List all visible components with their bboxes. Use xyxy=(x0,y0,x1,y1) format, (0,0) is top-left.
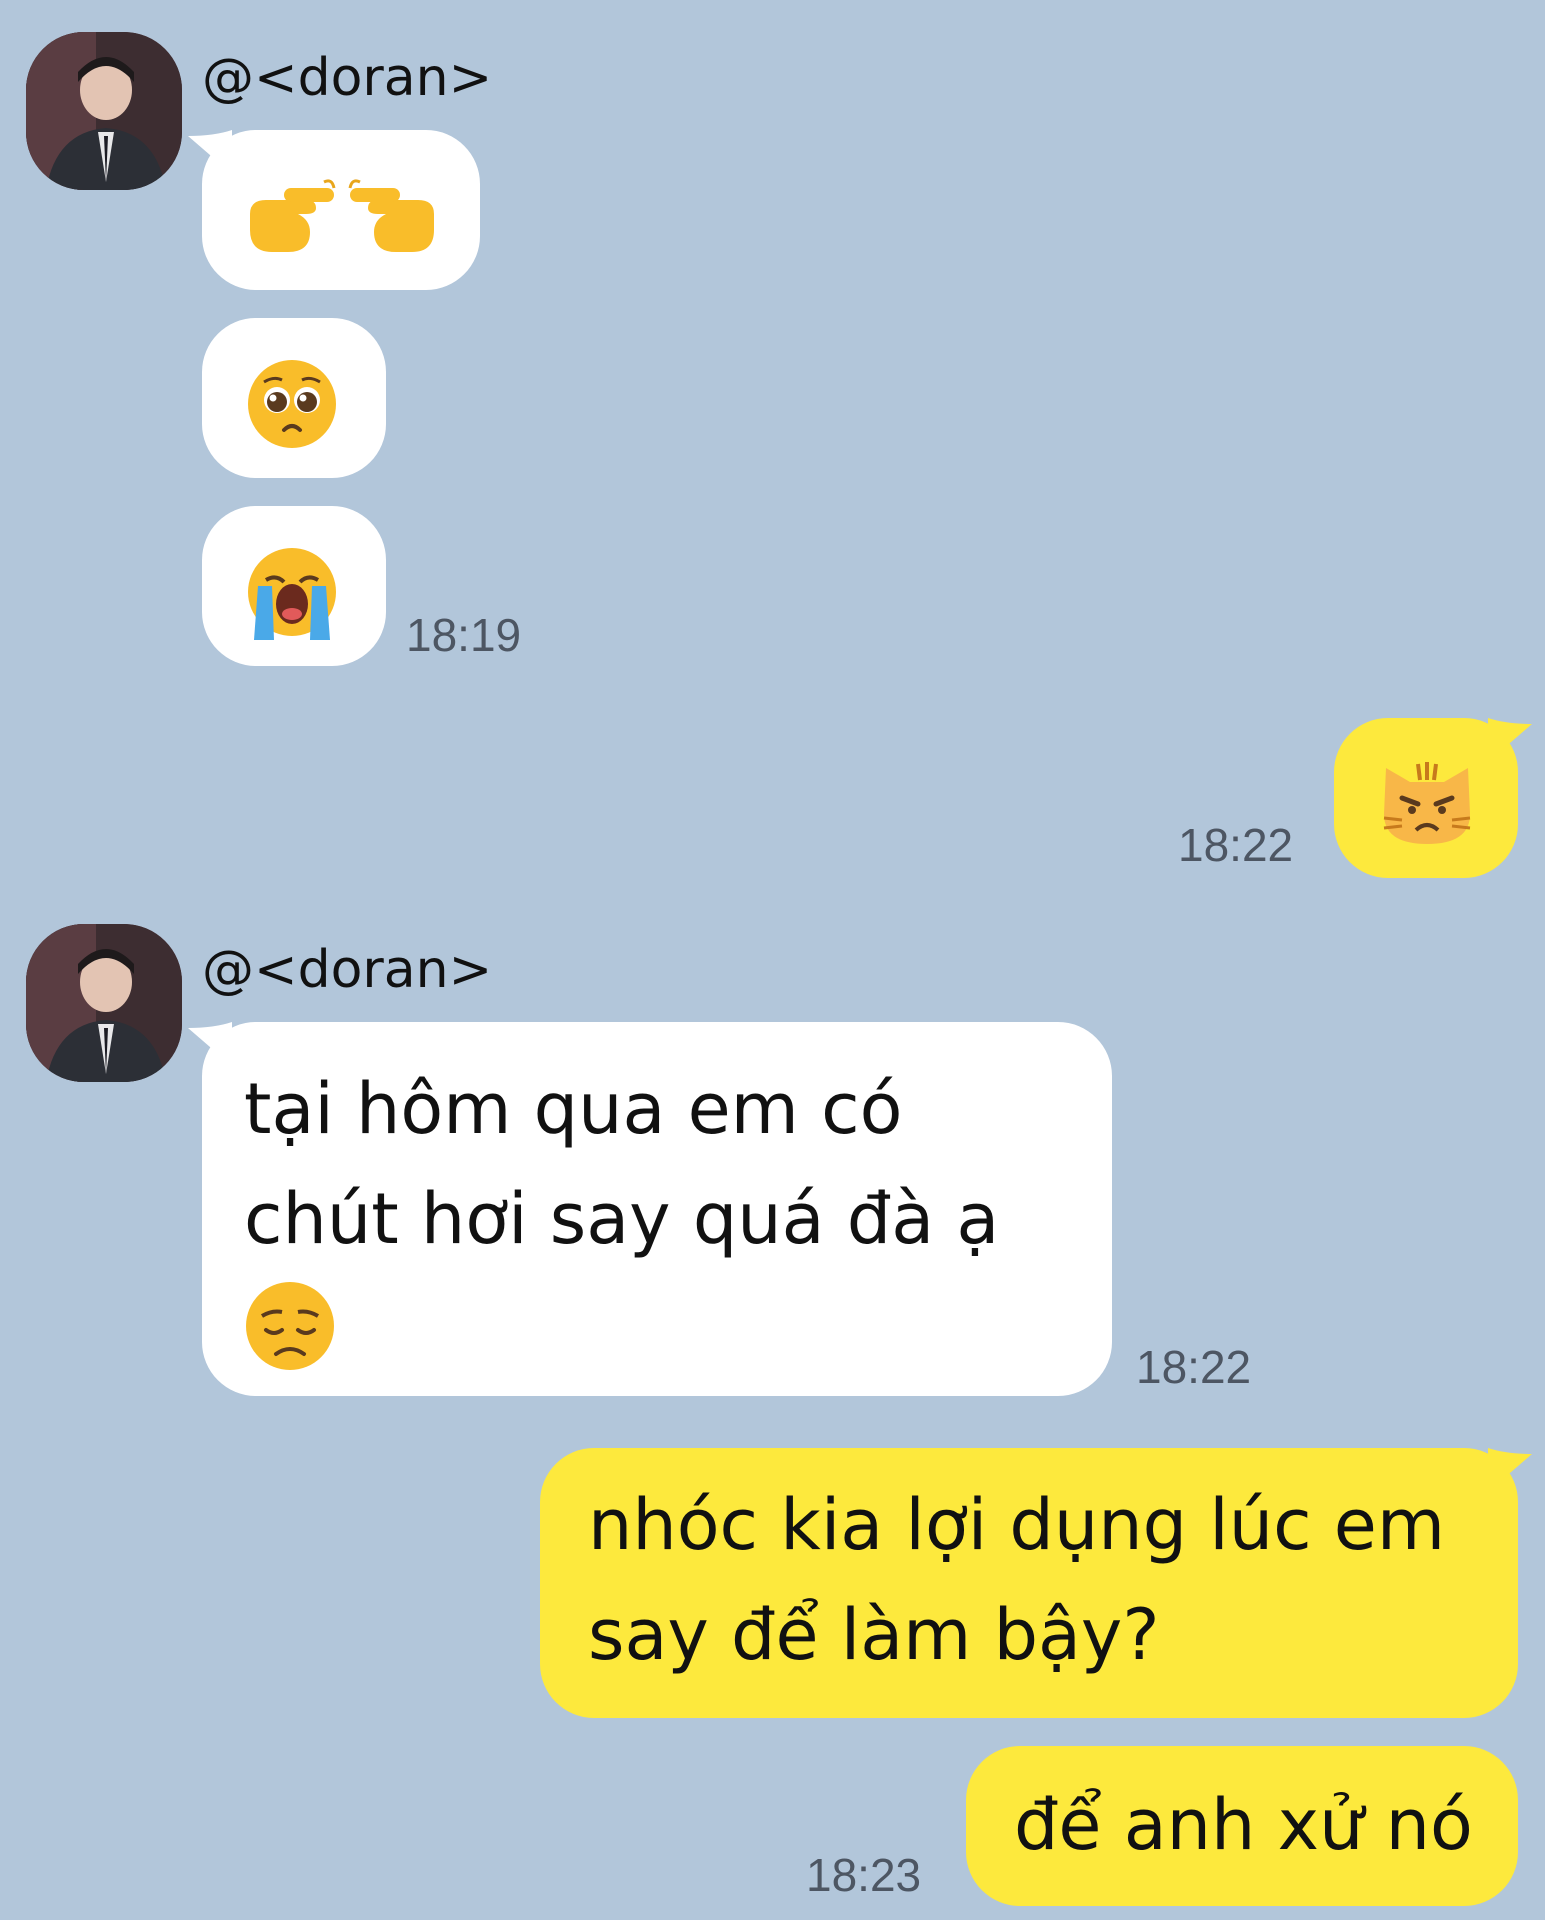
loudly-crying-face-icon xyxy=(248,548,336,640)
avatar[interactable] xyxy=(26,32,182,190)
bubble-tail xyxy=(188,130,232,174)
message-bubble[interactable]: tại hôm qua em có chút hơi say quá đà ạ xyxy=(188,1022,1112,1396)
timestamp: 18:23 xyxy=(806,1849,922,1901)
bubble-tail xyxy=(1488,1448,1532,1492)
message-bubble[interactable] xyxy=(188,130,480,290)
timestamp: 18:22 xyxy=(1136,1341,1252,1393)
pointing-fingers-icon xyxy=(250,179,434,252)
timestamp: 18:19 xyxy=(406,609,522,661)
message-text: tại hôm qua em có xyxy=(244,1068,903,1150)
message-bubble[interactable]: nhóc kia lợi dụng lúc em say để làm bậy? xyxy=(540,1448,1532,1718)
message-text: say để làm bậy? xyxy=(588,1594,1160,1676)
message-bubble[interactable] xyxy=(202,506,386,666)
message-bubble[interactable] xyxy=(202,318,386,478)
avatar[interactable] xyxy=(26,924,182,1082)
message-bubble[interactable] xyxy=(1334,718,1532,878)
disappointed-face-icon xyxy=(246,1282,334,1370)
sender-name: @<doran> xyxy=(202,940,493,1000)
message-text: chút hơi say quá đà ạ xyxy=(244,1178,1000,1260)
bubble-tail xyxy=(1488,718,1532,762)
pouting-cat-face-icon xyxy=(1383,762,1471,844)
pleading-face-icon xyxy=(248,360,336,448)
bubble-tail xyxy=(188,1022,232,1066)
message-bubble[interactable]: để anh xử nó xyxy=(966,1746,1518,1906)
message-text: nhóc kia lợi dụng lúc em xyxy=(588,1484,1446,1566)
timestamp: 18:22 xyxy=(1178,819,1294,871)
sender-name: @<doran> xyxy=(202,48,493,108)
message-text: để anh xử nó xyxy=(1014,1784,1473,1866)
